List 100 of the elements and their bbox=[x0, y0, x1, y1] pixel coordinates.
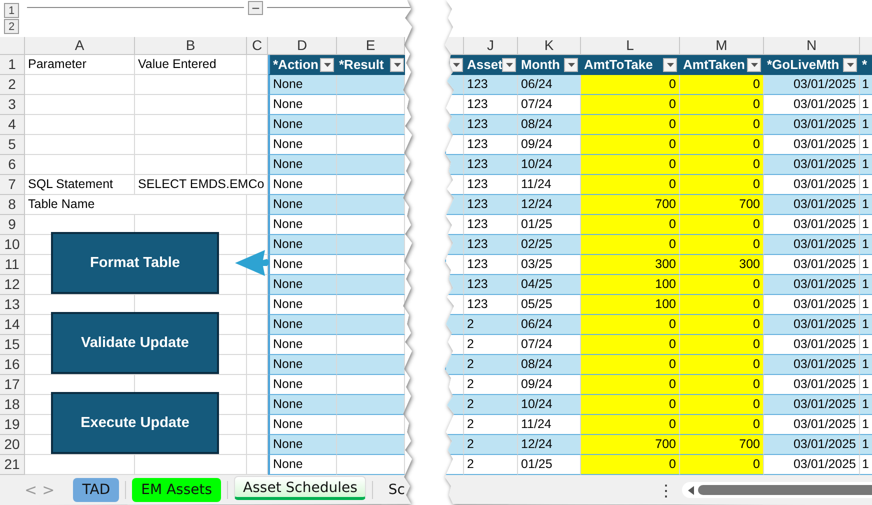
header-label: AmtToTake bbox=[584, 56, 653, 74]
row-number: 10 bbox=[0, 235, 25, 255]
table-cell: 300 bbox=[680, 255, 764, 275]
table-cell: 06/24 bbox=[518, 315, 581, 335]
table-cell: 10/24 bbox=[518, 155, 581, 175]
macro-button[interactable]: Format Table bbox=[51, 232, 219, 294]
macro-button[interactable]: Execute Update bbox=[51, 392, 219, 454]
row-number: 11 bbox=[0, 255, 25, 275]
table-cell: 123 bbox=[464, 235, 518, 255]
collapse-button[interactable]: − bbox=[248, 1, 264, 15]
table-cell: 03/01/2025 bbox=[764, 235, 860, 255]
row-number: 7 bbox=[0, 175, 25, 195]
table-cell: 700 bbox=[680, 195, 764, 215]
table-cell: 02/25 bbox=[518, 235, 581, 255]
column-letter: K bbox=[518, 37, 581, 55]
table-cell: 0 bbox=[581, 455, 680, 475]
filter-button[interactable] bbox=[502, 58, 516, 72]
column-letter-cell bbox=[444, 37, 464, 55]
table-cell: 0 bbox=[680, 235, 764, 255]
dropdown-arrow-icon bbox=[666, 62, 674, 68]
table-cell: 100 bbox=[581, 295, 680, 315]
table-cell: 12/24 bbox=[518, 195, 581, 215]
row-number: 21 bbox=[0, 455, 25, 475]
more-options-button[interactable]: ⋮ bbox=[658, 480, 672, 500]
table-cell: 2 bbox=[464, 315, 518, 335]
table-cell: None bbox=[268, 395, 337, 415]
table-cell: 0 bbox=[680, 215, 764, 235]
scroll-left-icon[interactable] bbox=[688, 486, 694, 494]
filter-button[interactable] bbox=[564, 58, 578, 72]
outline-level-button[interactable]: 1 bbox=[4, 3, 19, 18]
sheet-tab[interactable]: Asset Schedules bbox=[234, 476, 366, 500]
table-cell: 2 bbox=[464, 395, 518, 415]
table-cell: 0 bbox=[680, 315, 764, 335]
table-cell: None bbox=[268, 75, 337, 95]
filter-button[interactable] bbox=[663, 58, 677, 72]
table-cell: 0 bbox=[680, 355, 764, 375]
table-cell: 03/01/2025 bbox=[764, 75, 860, 95]
row-number: 3 bbox=[0, 95, 25, 115]
filter-button[interactable] bbox=[843, 58, 857, 72]
row-number: 12 bbox=[0, 275, 25, 295]
filter-button[interactable] bbox=[747, 58, 761, 72]
header-label: AmtTaken bbox=[683, 56, 745, 74]
table-cell: 0 bbox=[581, 235, 680, 255]
sheet-tab[interactable]: TAD bbox=[73, 478, 120, 502]
row-number: 2 bbox=[0, 75, 25, 95]
table-cell: 1 bbox=[860, 315, 872, 335]
table-cell: 2 bbox=[464, 435, 518, 455]
outline-level-button[interactable]: 2 bbox=[4, 19, 19, 34]
empty-cell bbox=[247, 135, 268, 155]
row-number: 14 bbox=[0, 315, 25, 335]
table-cell: 0 bbox=[581, 315, 680, 335]
table-cell: 700 bbox=[680, 435, 764, 455]
column-letter: L bbox=[581, 37, 680, 55]
row-number: 9 bbox=[0, 215, 25, 235]
header-label: Month bbox=[521, 56, 560, 74]
table-cell: 0 bbox=[680, 115, 764, 135]
table-cell: None bbox=[268, 275, 337, 295]
table-cell: 0 bbox=[680, 415, 764, 435]
table-cell: 10/24 bbox=[518, 395, 581, 415]
column-letter: A bbox=[25, 37, 135, 55]
table-cell: None bbox=[268, 235, 337, 255]
sheet-tab[interactable]: Sc bbox=[379, 478, 414, 502]
row-number: 13 bbox=[0, 295, 25, 315]
filter-button[interactable] bbox=[390, 58, 404, 72]
table-cell: 03/01/2025 bbox=[764, 155, 860, 175]
table-cell: 03/01/2025 bbox=[764, 355, 860, 375]
table-cell: 03/01/2025 bbox=[764, 435, 860, 455]
table-cell: 08/24 bbox=[518, 115, 581, 135]
table-cell: 0 bbox=[680, 135, 764, 155]
header-label: *Action bbox=[273, 56, 318, 74]
column-letter: N bbox=[764, 37, 860, 55]
table-cell: 0 bbox=[581, 335, 680, 355]
table-cell: 700 bbox=[581, 435, 680, 455]
table-cell: 0 bbox=[581, 95, 680, 115]
table-cell: 04/25 bbox=[518, 275, 581, 295]
table-cell: 1 bbox=[860, 395, 872, 415]
table-cell: 0 bbox=[680, 175, 764, 195]
table-cell: 1 bbox=[860, 235, 872, 255]
header-label: *Result bbox=[339, 56, 384, 74]
filter-button[interactable] bbox=[449, 58, 463, 72]
filter-button[interactable] bbox=[320, 58, 334, 72]
table-cell: 1 bbox=[860, 115, 872, 135]
dropdown-arrow-icon bbox=[322, 62, 332, 68]
horizontal-scrollbar[interactable] bbox=[682, 482, 872, 498]
table-cell: None bbox=[268, 195, 337, 215]
macro-button[interactable]: Validate Update bbox=[51, 312, 219, 374]
table-cell: 03/01/2025 bbox=[764, 115, 860, 135]
table-cell: 0 bbox=[581, 375, 680, 395]
table-cell: SQL Statement bbox=[25, 175, 135, 195]
table-cell: None bbox=[268, 115, 337, 135]
empty-cell bbox=[247, 215, 268, 235]
row-number: 8 bbox=[0, 195, 25, 215]
empty-cell bbox=[247, 415, 268, 435]
table-cell: SELECT EMDS.EMCo bbox=[135, 175, 268, 195]
table-cell: 123 bbox=[464, 155, 518, 175]
sheet-tab[interactable]: EM Assets bbox=[132, 478, 222, 502]
row-number: 19 bbox=[0, 415, 25, 435]
table-cell: 0 bbox=[581, 175, 680, 195]
table-cell: 0 bbox=[581, 415, 680, 435]
table-cell: 0 bbox=[680, 335, 764, 355]
